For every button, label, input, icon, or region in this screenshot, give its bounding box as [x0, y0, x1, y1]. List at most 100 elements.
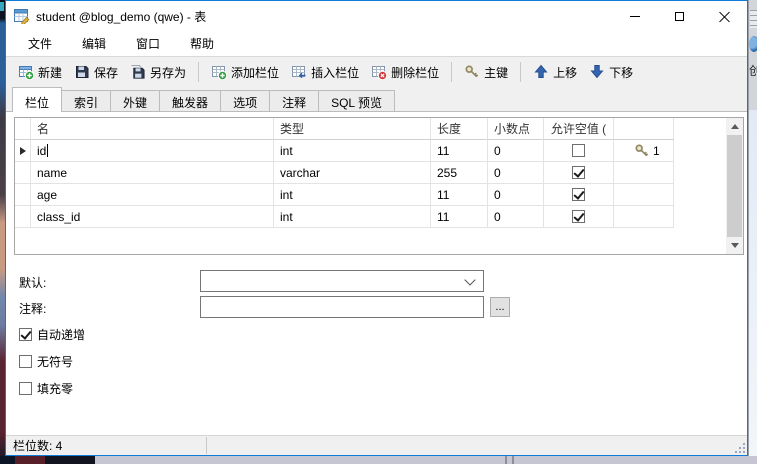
tab-3[interactable]: 触发器 [159, 90, 222, 111]
key-order-number: 1 [653, 143, 660, 158]
table-editor-icon [14, 8, 30, 24]
toolbar-button-save[interactable]: 保存 [68, 60, 124, 85]
comment-input[interactable] [200, 296, 484, 318]
toolbar-button-label: 添加栏位 [231, 65, 280, 80]
row-indicator-cell[interactable] [15, 140, 31, 162]
primary-key-icon [464, 64, 480, 80]
minimize-icon [629, 15, 640, 17]
minimize-button[interactable] [612, 1, 657, 31]
field-type-cell[interactable]: int [274, 140, 431, 162]
tab-1[interactable]: 索引 [61, 90, 112, 111]
toolbar-button-move-down[interactable]: 下移 [583, 60, 639, 85]
vertical-scrollbar[interactable] [726, 118, 743, 254]
maximize-button[interactable] [657, 1, 702, 31]
allow-null-cell[interactable] [544, 184, 614, 206]
desktop-fragment [15, 456, 45, 464]
row-indicator-cell[interactable] [15, 162, 31, 184]
new-table-icon [18, 64, 34, 80]
desktop-bottom-strip [0, 456, 757, 464]
allow-null-cell[interactable] [544, 206, 614, 228]
comment-label: 注释: [19, 302, 47, 316]
toolbar: 新建 保存 另存为 添加栏位 插入栏位 删除栏位 主键 上移 下移 [6, 56, 747, 87]
scroll-up-button[interactable] [726, 118, 743, 135]
toolbar-separator [520, 62, 522, 82]
field-type-cell[interactable]: varchar [274, 162, 431, 184]
field-name-cell[interactable]: age [31, 184, 274, 206]
option-checkbox-label: 无符号 [37, 355, 74, 369]
field-decimals-cell[interactable]: 0 [488, 206, 544, 228]
allow-null-checkbox[interactable] [572, 188, 585, 201]
field-length-cell[interactable]: 11 [431, 206, 488, 228]
resize-grip[interactable] [733, 441, 745, 453]
tab-0[interactable]: 栏位 [12, 87, 63, 112]
toolbar-button-add-field[interactable]: 添加栏位 [205, 60, 285, 85]
close-button[interactable] [702, 1, 747, 31]
statusbar-separator [206, 437, 207, 454]
field-decimals-cell[interactable]: 0 [488, 140, 544, 162]
field-decimals-cell[interactable]: 0 [488, 184, 544, 206]
current-row-indicator [19, 146, 26, 155]
option-checkbox-row[interactable]: 填充零 [19, 380, 73, 397]
toolbar-button-label: 主键 [484, 65, 509, 80]
tab-5[interactable]: 注释 [269, 90, 320, 111]
save-icon [74, 64, 90, 80]
field-type-cell[interactable]: int [274, 184, 431, 206]
grid-header-indicator [15, 118, 31, 140]
table-row: name varchar 255 0 [15, 162, 674, 184]
table-icon-fragment [750, 10, 757, 28]
grid-header-3: 小数点 [488, 118, 544, 140]
field-name: name [37, 165, 68, 180]
toolbar-button-label: 保存 [94, 65, 119, 80]
allow-null-checkbox[interactable] [572, 166, 585, 179]
scrollbar-thumb[interactable] [727, 135, 742, 237]
allow-null-checkbox[interactable] [572, 210, 585, 223]
toolbar-button-save-as[interactable]: 另存为 [124, 60, 192, 85]
tab-6[interactable]: SQL 预览 [318, 90, 395, 111]
toolbar-button-new-table[interactable]: 新建 [12, 60, 68, 85]
scroll-down-button[interactable] [726, 237, 743, 254]
allow-null-checkbox[interactable] [572, 144, 585, 157]
menu-item-1[interactable]: 编辑 [68, 32, 120, 55]
toolbar-button-move-up[interactable]: 上移 [527, 60, 583, 85]
menu-item-2[interactable]: 窗口 [122, 32, 174, 55]
menu-item-3[interactable]: 帮助 [176, 32, 228, 55]
row-indicator-cell[interactable] [15, 184, 31, 206]
field-name-cell[interactable]: name [31, 162, 274, 184]
allow-null-cell[interactable] [544, 140, 614, 162]
field-count: 栏位数: 4 [13, 439, 63, 453]
toolbar-button-label: 上移 [553, 65, 578, 80]
toolbar-button-delete-field[interactable]: 删除栏位 [365, 60, 445, 85]
tab-4[interactable]: 选项 [220, 90, 271, 111]
field-length-cell[interactable]: 11 [431, 184, 488, 206]
option-checkbox[interactable] [19, 382, 32, 395]
default-label: 默认: [19, 276, 47, 290]
toolbar-button-label: 删除栏位 [391, 65, 440, 80]
toolbar-button-insert-field[interactable]: 插入栏位 [285, 60, 365, 85]
field-type-cell[interactable]: int [274, 206, 431, 228]
titlebar[interactable]: student @blog_demo (qwe) - 表 [6, 1, 747, 31]
allow-null-cell[interactable] [544, 162, 614, 184]
field-name-cell[interactable]: class_id [31, 206, 274, 228]
grid-header-4: 允许空值 ( [544, 118, 614, 140]
clock-icon-fragment [749, 36, 757, 52]
maximize-icon [675, 11, 684, 21]
grid-header-1: 类型 [274, 118, 431, 140]
row-indicator-cell[interactable] [15, 206, 31, 228]
toolbar-separator [451, 62, 453, 82]
option-checkbox-row[interactable]: 自动递增 [19, 326, 85, 343]
key-cell: 1 [614, 140, 674, 162]
tab-2[interactable]: 外键 [110, 90, 161, 111]
toolbar-button-label: 新建 [38, 65, 63, 80]
option-checkbox[interactable] [19, 328, 32, 341]
field-name-cell[interactable]: id [31, 140, 274, 162]
menu-item-0[interactable]: 文件 [14, 32, 66, 55]
table-row: class_id int 11 0 [15, 206, 674, 228]
field-length-cell[interactable]: 11 [431, 140, 488, 162]
option-checkbox-row[interactable]: 无符号 [19, 353, 73, 370]
option-checkbox[interactable] [19, 355, 32, 368]
toolbar-button-primary-key[interactable]: 主键 [458, 60, 514, 85]
default-combobox[interactable] [200, 270, 484, 292]
browse-button[interactable]: ... [490, 297, 510, 317]
field-decimals-cell[interactable]: 0 [488, 162, 544, 184]
field-length-cell[interactable]: 255 [431, 162, 488, 184]
